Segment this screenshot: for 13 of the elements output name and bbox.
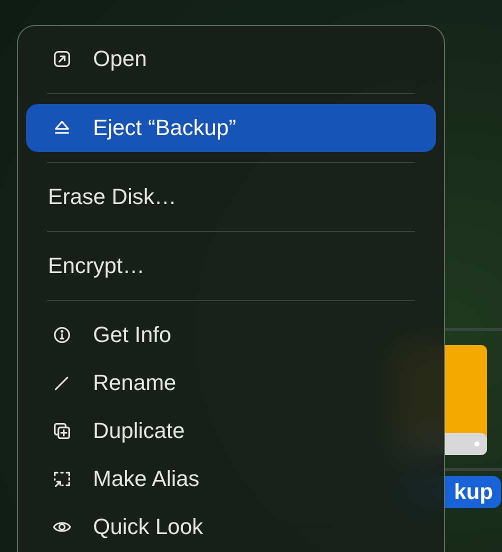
menu-item[interactable]: Rename [26, 359, 436, 407]
menu-item[interactable]: Open [26, 35, 436, 83]
arrow-square-icon [53, 50, 71, 68]
info-icon [53, 326, 71, 344]
duplicate-icon [53, 422, 71, 440]
menu-item[interactable]: Duplicate [26, 407, 436, 455]
menu-item[interactable]: Get Info [26, 311, 436, 359]
pencil-icon [53, 374, 71, 392]
menu-item[interactable]: Erase Disk… [26, 173, 436, 221]
menu-item[interactable]: Encrypt… [26, 242, 436, 290]
dashed-square-arrow-icon [53, 470, 71, 488]
eject-icon [53, 119, 71, 137]
menu-item[interactable]: Eject “Backup” [26, 104, 436, 152]
